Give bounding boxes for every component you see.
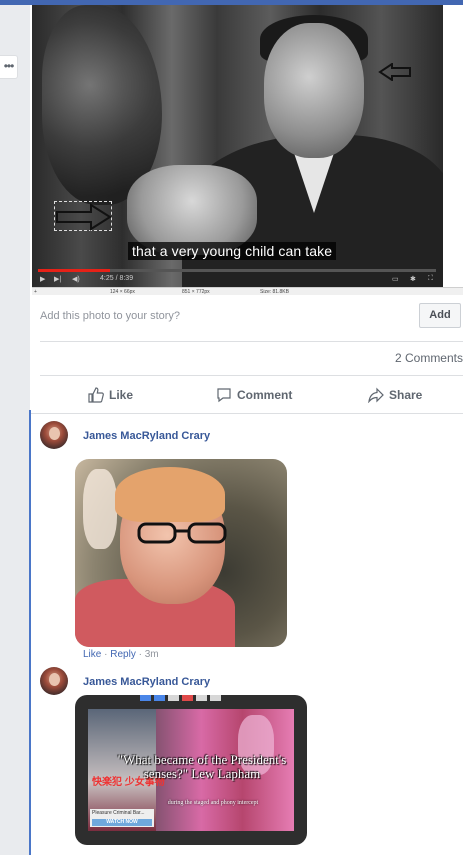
story-prompt-row: Add this photo to your story? Add xyxy=(40,303,463,333)
photo-quote: "What became of the President's senses?"… xyxy=(117,752,287,781)
photo-glasses xyxy=(137,522,227,544)
divider xyxy=(30,413,463,414)
video-person-head xyxy=(264,23,364,158)
comment-button[interactable]: Comment xyxy=(216,386,292,404)
volume-icon[interactable]: ◀) xyxy=(72,275,80,283)
fullscreen-icon[interactable]: ⛶ xyxy=(428,275,433,283)
avatar-face xyxy=(49,427,60,440)
photo-ad-text: Pleasure Criminal Bar... xyxy=(92,810,145,816)
next-icon[interactable]: ▶| xyxy=(54,275,61,283)
comment-item: James MacRyland Crary 快楽犯 少女事物 "What bec… xyxy=(40,667,440,857)
photo-watch-now: WATCH NOW xyxy=(92,819,152,826)
photo-lamp xyxy=(83,469,117,549)
comment-label: Comment xyxy=(237,388,293,402)
like-label: Like xyxy=(109,388,134,402)
avatar-face xyxy=(49,673,60,686)
photo-screen: 快楽犯 少女事物 "What became of the President's… xyxy=(88,709,294,831)
avatar[interactable] xyxy=(40,667,68,695)
arrow-right-icon xyxy=(54,201,112,231)
add-to-story-button[interactable]: Add xyxy=(419,303,461,328)
comment-item: James MacRyland Crary Like · Reply · 3m xyxy=(40,421,440,661)
share-icon xyxy=(368,387,384,403)
arrow-left-icon xyxy=(378,63,412,81)
video-time: 4:25 / 8:39 xyxy=(100,275,134,282)
status-selection: 124 × 66px xyxy=(110,289,135,295)
story-prompt-text: Add this photo to your story? xyxy=(40,310,181,322)
status-dimensions: 851 × 772px xyxy=(182,289,210,295)
photo-toolbar xyxy=(140,695,240,701)
share-button[interactable]: Share xyxy=(368,386,422,404)
comment-photo[interactable] xyxy=(75,459,287,647)
left-gutter: ••• xyxy=(0,5,30,855)
comment-icon xyxy=(217,388,231,403)
comment-author[interactable]: James MacRyland Crary xyxy=(83,676,210,688)
divider xyxy=(40,341,463,342)
comment-reply-link[interactable]: Reply xyxy=(110,649,136,660)
avatar[interactable] xyxy=(40,421,68,449)
play-icon[interactable]: ▶ xyxy=(40,275,45,283)
statusbar-plus-icon: + xyxy=(34,289,37,295)
comments-count-link[interactable]: 2 Comments xyxy=(395,351,463,365)
settings-icon[interactable]: ✱ xyxy=(410,275,416,283)
video-progress-bar[interactable] xyxy=(38,269,436,272)
status-size: Size: 81.8KB xyxy=(260,289,289,295)
comment-author[interactable]: James MacRyland Crary xyxy=(83,430,210,442)
more-icon[interactable]: ••• xyxy=(0,55,18,79)
video-caption: that a very young child can take xyxy=(128,242,337,260)
image-viewer-statusbar: + 124 × 66px 851 × 772px Size: 81.8KB xyxy=(32,287,463,295)
share-label: Share xyxy=(389,388,423,402)
left-border-rule xyxy=(29,410,31,855)
post-actions-bar: Like Comment Share xyxy=(40,377,463,413)
photo-subtitle: during the staged and phony intercept xyxy=(167,800,259,806)
photo-hair xyxy=(115,467,225,522)
comment-meta: Like · Reply · 3m xyxy=(83,649,159,660)
post-panel: that a very young child can take ▶ ▶| ◀)… xyxy=(30,5,463,855)
video-controls: ▶ ▶| ◀) 4:25 / 8:39 ▭ ✱ ⛶ xyxy=(40,275,440,285)
video-progress-fill xyxy=(38,269,110,272)
like-icon xyxy=(88,387,104,403)
video-frame[interactable]: that a very young child can take ▶ ▶| ◀)… xyxy=(32,5,443,287)
comment-like-link[interactable]: Like xyxy=(83,649,101,660)
captions-icon[interactable]: ▭ xyxy=(392,275,399,283)
comment-photo[interactable]: 快楽犯 少女事物 "What became of the President's… xyxy=(75,695,307,845)
comment-time[interactable]: 3m xyxy=(145,649,159,660)
divider xyxy=(40,375,463,376)
like-button[interactable]: Like xyxy=(88,386,133,404)
